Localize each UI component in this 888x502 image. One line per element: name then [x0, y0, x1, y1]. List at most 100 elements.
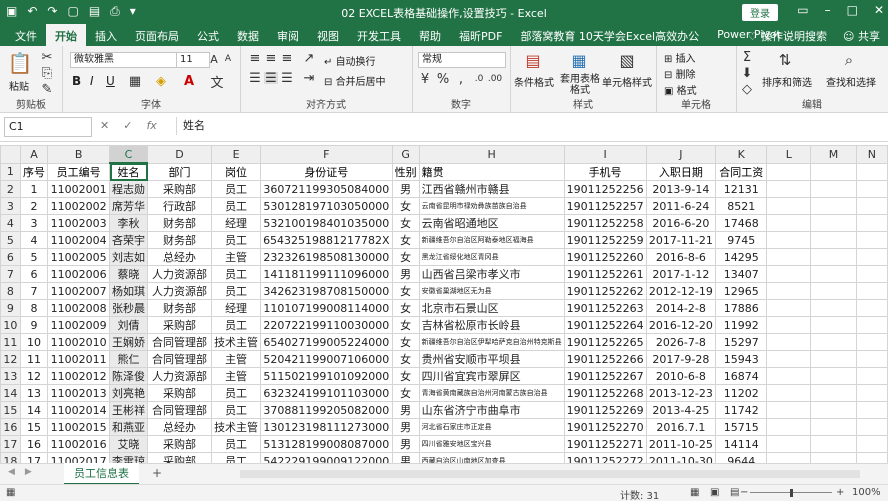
- table-cell[interactable]: 员工: [211, 265, 262, 283]
- table-cell[interactable]: 女: [391, 367, 420, 385]
- table-cell[interactable]: [766, 418, 812, 436]
- row-header[interactable]: 18: [0, 452, 21, 463]
- table-cell[interactable]: 10: [19, 333, 49, 351]
- currency-icon[interactable]: ¥: [418, 72, 432, 87]
- table-cell[interactable]: 19011252258: [563, 214, 647, 232]
- table-cell[interactable]: 吉林省松原市长岭县: [418, 316, 565, 334]
- table-cell[interactable]: 2017-1-12: [645, 265, 717, 283]
- row-header[interactable]: 2: [0, 180, 21, 198]
- table-cell[interactable]: 四川省雅安地区宝兴县: [418, 435, 565, 453]
- table-cell[interactable]: 和燕亚: [109, 418, 149, 436]
- table-cell[interactable]: [766, 197, 812, 215]
- table-cell[interactable]: 刘志如: [109, 248, 149, 266]
- row-header[interactable]: 1: [0, 162, 21, 181]
- table-cell[interactable]: 财务部: [147, 214, 213, 232]
- table-cell[interactable]: 人力资源部: [147, 282, 213, 300]
- table-cell[interactable]: 新疆维吾尔自治区阿勒泰地区福海县: [418, 231, 565, 249]
- row-header[interactable]: 14: [0, 384, 21, 402]
- table-cell[interactable]: [766, 401, 812, 419]
- header-cell[interactable]: 入职日期: [645, 162, 717, 181]
- table-cell[interactable]: 陈泽俊: [109, 367, 149, 385]
- table-cell[interactable]: 13: [19, 384, 49, 402]
- table-cell[interactable]: 蔡晓: [109, 265, 149, 283]
- table-cell[interactable]: 19011252260: [563, 248, 647, 266]
- table-cell[interactable]: 女: [391, 384, 420, 402]
- table-cell[interactable]: 黑龙江省绥化地区青冈县: [418, 248, 565, 266]
- table-cell[interactable]: 15297: [715, 333, 768, 351]
- table-cell[interactable]: [810, 197, 857, 215]
- table-cell[interactable]: 男: [391, 401, 420, 419]
- table-cell[interactable]: 17886: [715, 299, 768, 317]
- table-cell[interactable]: [810, 333, 857, 351]
- table-cell[interactable]: [766, 265, 812, 283]
- table-cell[interactable]: 员工: [211, 435, 262, 453]
- table-cell[interactable]: 17468: [715, 214, 768, 232]
- header-cell[interactable]: 序号: [19, 162, 49, 181]
- table-cell[interactable]: 19011252263: [563, 299, 647, 317]
- table-cell[interactable]: 654027199005224000: [260, 333, 393, 351]
- table-cell[interactable]: [855, 231, 888, 249]
- table-cell[interactable]: [810, 418, 857, 436]
- table-cell[interactable]: 2017-11-21: [645, 231, 717, 249]
- table-cell[interactable]: 女: [391, 197, 420, 215]
- table-cell[interactable]: [766, 333, 812, 351]
- table-cell[interactable]: [855, 401, 888, 419]
- row-header[interactable]: 5: [0, 231, 21, 249]
- table-cell[interactable]: [766, 231, 812, 249]
- font-color-icon[interactable]: A: [182, 74, 196, 89]
- table-cell[interactable]: [810, 214, 857, 232]
- table-cell[interactable]: 19011252271: [563, 435, 647, 453]
- table-cell[interactable]: 520421199007106000: [260, 350, 393, 368]
- table-cell[interactable]: 2026-7-8: [645, 333, 717, 351]
- tab-page-layout[interactable]: 页面布局: [126, 24, 188, 46]
- table-cell[interactable]: 19011252259: [563, 231, 647, 249]
- font-name-select[interactable]: 微软雅黑: [70, 52, 178, 68]
- table-cell[interactable]: 19011252267: [563, 367, 647, 385]
- column-header[interactable]: F: [260, 145, 393, 164]
- cut-icon[interactable]: ✂: [40, 50, 54, 65]
- table-cell[interactable]: 王彬祥: [109, 401, 149, 419]
- table-cell[interactable]: 11992: [715, 316, 768, 334]
- table-cell[interactable]: 四川省宜宾市翠屏区: [418, 367, 565, 385]
- table-cell[interactable]: 360721199305084000: [260, 180, 393, 198]
- page-layout-view-icon[interactable]: ▣: [710, 487, 719, 498]
- table-cell[interactable]: 11002001: [47, 180, 111, 198]
- conditional-format-button[interactable]: 条件格式: [514, 74, 554, 89]
- table-cell[interactable]: 2011-6-24: [645, 197, 717, 215]
- table-cell[interactable]: 河北省石家庄市正定县: [418, 418, 565, 436]
- close-icon[interactable]: ✕: [874, 3, 884, 17]
- table-cell[interactable]: 主管: [211, 350, 262, 368]
- table-cell[interactable]: 员工: [211, 180, 262, 198]
- cell-style-icon[interactable]: ▧: [616, 50, 638, 70]
- table-cell[interactable]: 9: [19, 316, 49, 334]
- share-button[interactable]: ☺ 共享: [843, 28, 880, 44]
- header-cell[interactable]: 性别: [391, 162, 420, 181]
- table-cell[interactable]: 主管: [211, 248, 262, 266]
- table-cell[interactable]: 2017-9-28: [645, 350, 717, 368]
- table-cell[interactable]: [855, 435, 888, 453]
- header-cell[interactable]: [766, 162, 812, 181]
- table-cell[interactable]: [810, 401, 857, 419]
- table-cell[interactable]: 5: [19, 248, 49, 266]
- table-cell[interactable]: [855, 367, 888, 385]
- table-cell[interactable]: 11: [19, 350, 49, 368]
- table-cell[interactable]: 员工: [211, 197, 262, 215]
- tab-insert[interactable]: 插入: [86, 24, 126, 46]
- table-cell[interactable]: [766, 180, 812, 198]
- table-cell[interactable]: 人力资源部: [147, 367, 213, 385]
- table-cell[interactable]: 19011252262: [563, 282, 647, 300]
- table-cell[interactable]: 艾晓: [109, 435, 149, 453]
- table-cell[interactable]: 2010-6-8: [645, 367, 717, 385]
- tab-home[interactable]: 开始: [46, 24, 86, 46]
- table-cell[interactable]: [766, 282, 812, 300]
- table-cell[interactable]: 370881199205082000: [260, 401, 393, 419]
- table-cell[interactable]: [855, 452, 888, 463]
- maximize-icon[interactable]: □: [847, 3, 858, 17]
- header-cell[interactable]: [810, 162, 857, 181]
- clear-icon[interactable]: ◇: [740, 82, 754, 97]
- table-cell[interactable]: 19011252270: [563, 418, 647, 436]
- table-cell[interactable]: 11002005: [47, 248, 111, 266]
- border-icon[interactable]: ▦: [128, 74, 142, 89]
- header-cell[interactable]: 身份证号: [260, 162, 393, 181]
- insert-cells-button[interactable]: ⊞ 插入: [664, 50, 696, 65]
